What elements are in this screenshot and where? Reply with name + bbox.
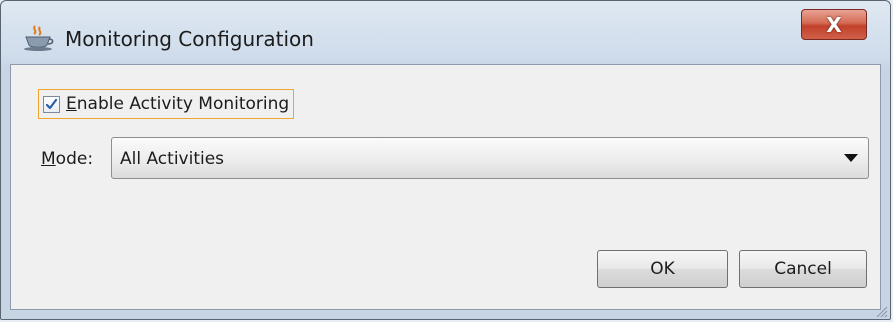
resize-grip-icon[interactable] [874,303,888,318]
java-cup-icon [21,24,55,52]
mode-select[interactable]: All Activities [111,137,869,179]
checkbox-box[interactable] [43,95,60,113]
check-mark-icon [45,98,58,109]
cancel-button[interactable]: Cancel [739,250,867,288]
window-title: Monitoring Configuration [65,27,314,51]
mode-select-value: All Activities [120,149,225,169]
mode-label: Mode: [41,149,94,169]
dialog-content: Enable Activity Monitoring Mode: All Act… [10,64,881,310]
chevron-down-icon[interactable] [844,154,858,162]
title-bar[interactable]: Monitoring Configuration X [1,1,890,65]
enable-activity-monitoring-checkbox[interactable]: Enable Activity Monitoring [38,89,295,119]
ok-button[interactable]: OK [597,250,728,288]
close-icon: X [826,12,842,37]
dialog-window: Monitoring Configuration X Enable Activi… [0,0,891,320]
close-button[interactable]: X [801,9,867,40]
enable-activity-monitoring-label: Enable Activity Monitoring [66,94,290,114]
